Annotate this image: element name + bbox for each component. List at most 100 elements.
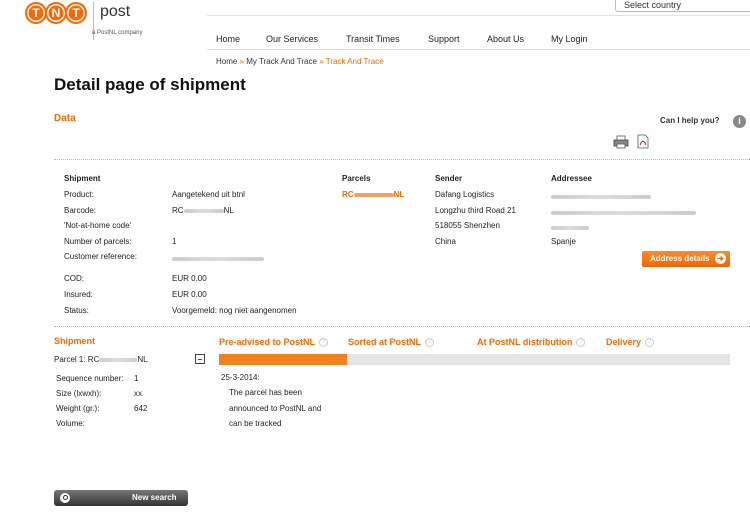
parcels-count-value: 1: [172, 237, 177, 246]
addressee-heading: Addressee: [551, 174, 592, 183]
print-icon[interactable]: [613, 135, 629, 149]
new-search-button[interactable]: New search: [54, 490, 188, 506]
redacted-addressee-line: [551, 225, 589, 230]
addressee-city-redacted: [551, 223, 589, 232]
breadcrumb-separator: »: [319, 57, 324, 66]
logo-letter-t2: T: [65, 2, 87, 24]
logo-text: post a PostNL company: [92, 2, 142, 36]
redacted-addressee-line: [551, 194, 651, 199]
status-line: can be tracked: [229, 419, 282, 428]
breadcrumb: Home » My Track And Trace » Track And Tr…: [216, 57, 384, 66]
nav-our-services[interactable]: Our Services: [266, 34, 318, 44]
info-icon[interactable]: i: [733, 115, 746, 128]
sender-line: Dafang Logistics: [435, 190, 495, 199]
insured-value: EUR 0.00: [172, 290, 207, 299]
arrow-right-icon: ➔: [715, 253, 726, 264]
stage-sorted: Sorted at PostNL?: [348, 337, 435, 348]
logo-post-text: post: [100, 3, 131, 20]
stage-label: Sorted at PostNL: [348, 337, 422, 347]
help-icon[interactable]: ?: [576, 338, 586, 348]
redacted-barcode: [183, 208, 224, 213]
status-label: Status:: [64, 306, 89, 315]
addressee-street-redacted: [551, 208, 696, 217]
stage-label: At PostNL distribution: [477, 337, 573, 347]
logo-letter-n: N: [45, 2, 67, 24]
sender-line: Longzhu third Road 21: [435, 206, 516, 215]
header-divider: [207, 15, 750, 16]
status-line: announced to PostNL and: [229, 404, 322, 413]
address-details-button[interactable]: Address details ➔: [642, 251, 730, 267]
nav-support[interactable]: Support: [428, 34, 460, 44]
redacted-parcel-row: [99, 357, 138, 362]
parcel-suffix: NL: [393, 190, 405, 199]
product-value: Aangetekend uit btnl: [172, 190, 245, 199]
detail-label: Volume:: [56, 419, 85, 428]
nav-divider: [207, 49, 750, 50]
help-icon[interactable]: ?: [319, 338, 329, 348]
parcel-prefix: RC: [342, 190, 354, 199]
nav-about-us[interactable]: About Us: [487, 34, 524, 44]
barcode-prefix: RC: [172, 206, 184, 215]
pdf-icon[interactable]: [636, 134, 650, 149]
barcode-value: RC NL: [172, 206, 234, 215]
parcel-row-suffix: NL: [137, 355, 148, 364]
data-heading: Data: [54, 113, 76, 124]
help-icon[interactable]: ?: [425, 338, 435, 348]
breadcrumb-current: Track And Trace: [325, 57, 384, 66]
divider-middle: [54, 326, 750, 327]
customer-reference-value: [172, 254, 264, 263]
collapse-toggle-icon[interactable]: [195, 354, 205, 364]
main-nav: Home Our Services Transit Times Support …: [0, 34, 750, 46]
status-line: The parcel has been: [229, 388, 302, 397]
parcel-row-prefix: Parcel 1: RC: [54, 355, 100, 364]
product-label: Product:: [64, 190, 94, 199]
detail-value: 1: [134, 374, 139, 383]
sender-heading: Sender: [435, 174, 463, 183]
divider-top: [54, 159, 750, 160]
status-date: 25-3-2014:: [221, 373, 260, 382]
new-search-label: New search: [132, 493, 177, 502]
help-link[interactable]: Can I help you?: [660, 116, 720, 125]
addressee-name-redacted: [551, 192, 651, 201]
stage-label: Pre-advised to PostNL: [219, 337, 316, 347]
detail-label: Sequence number:: [56, 374, 124, 383]
sender-line: 518055 Shenzhen: [435, 221, 500, 230]
tracking-heading: Shipment: [54, 336, 96, 346]
page-title: Detail page of shipment: [54, 75, 246, 94]
cod-label: COD:: [64, 274, 84, 283]
breadcrumb-separator: »: [239, 57, 245, 66]
country-select[interactable]: Select country: [615, 0, 750, 12]
redacted-addressee-line: [551, 210, 696, 215]
search-icon: [60, 493, 70, 503]
tracking-progress-bar: [219, 354, 730, 365]
cod-value: EUR 0.00: [172, 274, 207, 283]
status-value: Voorgemeld: nog niet aangenomen: [172, 306, 297, 315]
detail-label: Weight (gr.):: [56, 404, 100, 413]
insured-label: Insured:: [64, 290, 93, 299]
stage-distribution: At PostNL distribution?: [477, 337, 586, 348]
stage-label: Delivery: [606, 337, 642, 347]
detail-label: Size (lxwxh):: [56, 389, 102, 398]
parcels-count-label: Number of parcels:: [64, 237, 132, 246]
tnt-letters: T N T: [25, 2, 87, 24]
help-icon[interactable]: ?: [645, 338, 655, 348]
detail-value: 642: [134, 404, 148, 413]
parcels-heading: Parcels: [342, 174, 371, 183]
customer-reference-label: Customer reference:: [64, 252, 137, 261]
nav-home[interactable]: Home: [216, 34, 240, 44]
redacted-parcel: [353, 192, 394, 197]
barcode-suffix: NL: [223, 206, 234, 215]
parcel-link[interactable]: RC NL: [342, 190, 404, 199]
breadcrumb-home[interactable]: Home: [216, 57, 237, 66]
barcode-label: Barcode:: [64, 206, 97, 215]
breadcrumb-my-track[interactable]: My Track And Trace: [246, 57, 317, 66]
nav-my-login[interactable]: My Login: [551, 34, 588, 44]
addressee-country: Spanje: [551, 237, 576, 246]
sender-line: China: [435, 237, 456, 246]
logo-letter-t1: T: [25, 2, 47, 24]
detail-value: xx: [134, 389, 142, 398]
tracking-progress-fill: [219, 354, 347, 365]
nav-transit-times[interactable]: Transit Times: [346, 34, 400, 44]
stage-pre-advised: Pre-advised to PostNL?: [219, 337, 329, 348]
address-details-label: Address details: [650, 254, 710, 263]
